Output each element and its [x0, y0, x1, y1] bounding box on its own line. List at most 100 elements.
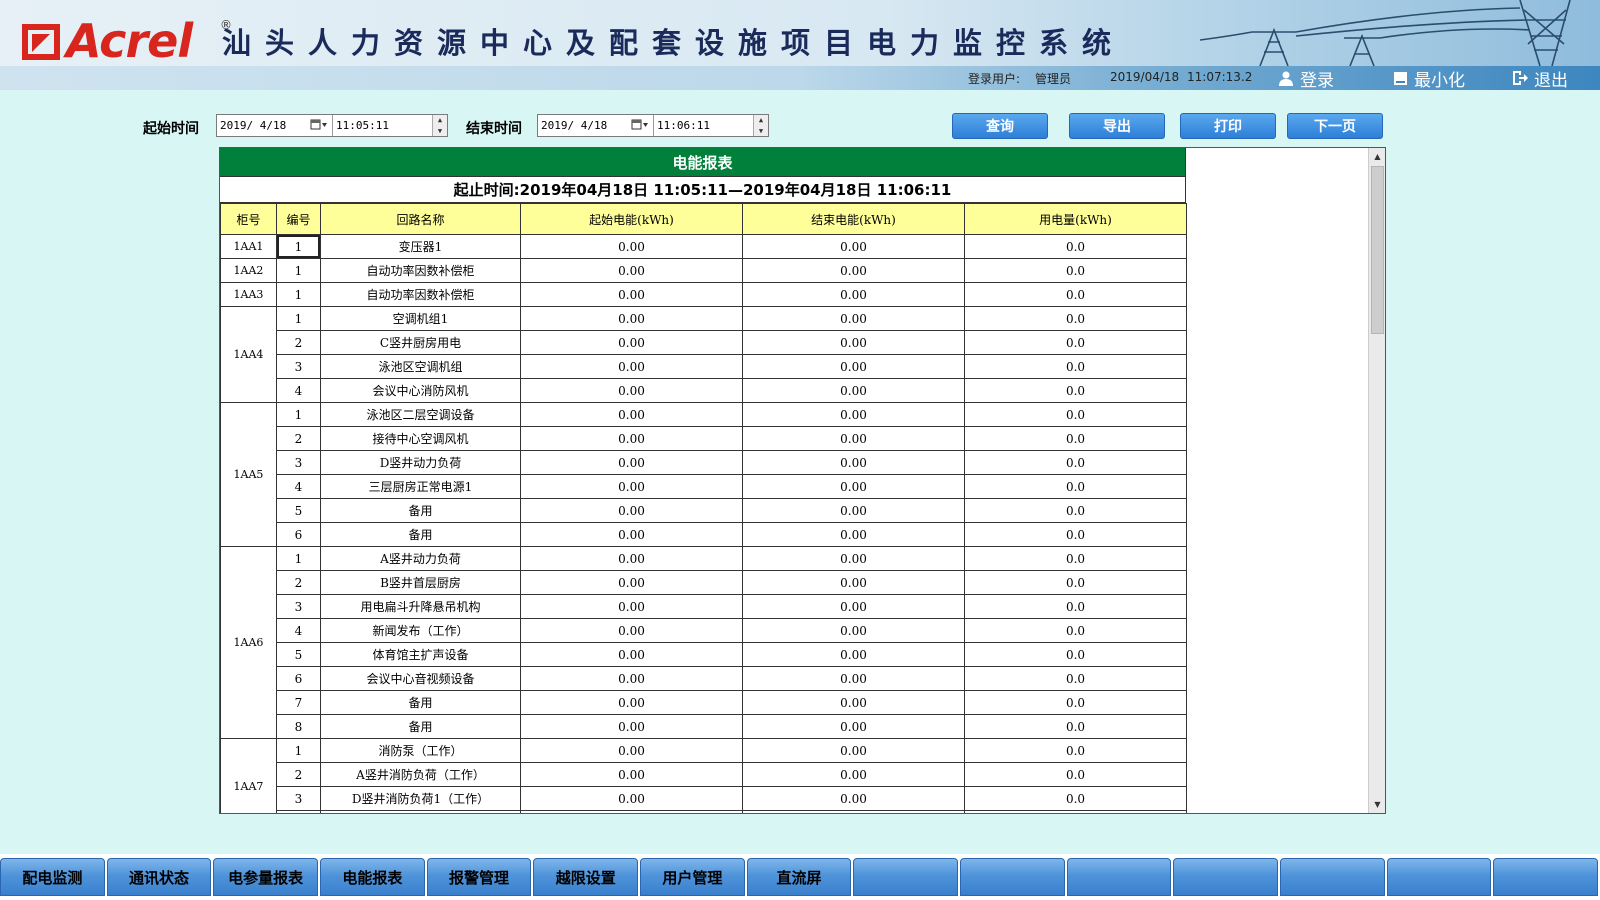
cell-circuit-name: A竖井消防负荷（工作） [320, 762, 521, 787]
acrel-logo: Acrel ® [20, 14, 232, 74]
cell-circuit-name: 会议中心消防风机 [320, 378, 521, 403]
start-datetime-picker[interactable]: 2019/ 4/18 11:05:11 ▲ ▼ [216, 114, 448, 137]
calendar-dropdown-icon[interactable] [310, 119, 328, 131]
cell-start-energy: 0.00 [520, 570, 743, 595]
table-row[interactable]: 2 C竖井厨房用电 0.00 0.00 0.0 [221, 330, 1187, 355]
cell-start-energy: 0.00 [520, 738, 743, 763]
table-row[interactable]: 2 接待中心空调风机 0.00 0.00 0.0 [221, 426, 1187, 451]
cell-circuit-name: 空调机组1 [320, 306, 521, 331]
nav-tab-empty[interactable] [1280, 858, 1385, 896]
cell-end-energy: 0.00 [742, 498, 965, 523]
table-row[interactable]: 1AA6 1 A竖井动力负荷 0.00 0.00 0.0 [220, 546, 1187, 739]
nav-tab-empty[interactable] [1173, 858, 1279, 896]
spin-updown-icon[interactable]: ▲ ▼ [753, 115, 768, 136]
cell-cabinet: 1AA6 [220, 546, 277, 739]
current-user: 管理员 [1035, 72, 1072, 86]
nav-tab-0[interactable]: 配电监测 [0, 858, 105, 896]
nav-tab-empty[interactable] [1386, 858, 1492, 896]
cell-number: 2 [276, 762, 321, 787]
cell-end-energy: 0.00 [742, 354, 965, 379]
table-row[interactable]: 5 体育馆主扩声设备 0.00 0.00 0.0 [221, 642, 1187, 667]
export-button[interactable]: 导出 [1069, 113, 1165, 139]
table-row[interactable]: 7 备用 0.00 0.00 0.0 [221, 690, 1187, 715]
scroll-down-icon[interactable]: ▼ [1369, 796, 1385, 813]
report-vertical-scrollbar[interactable]: ▲ ▼ [1368, 148, 1385, 813]
table-row[interactable]: 4 三层厨房正常电源1 0.00 0.00 0.0 [221, 474, 1187, 499]
nav-tab-2[interactable]: 电参量报表 [213, 858, 319, 896]
table-row[interactable]: 1AA4 1 空调机组1 0.00 0.00 0.0 [220, 306, 1187, 403]
cell-number: 4 [276, 618, 321, 643]
exit-icon [1513, 71, 1528, 85]
cell-end-energy: 0.00 [742, 618, 965, 643]
nav-tab-empty[interactable] [960, 858, 1065, 896]
cell-end-energy: 0.00 [742, 450, 965, 475]
end-time-value: 11:06:11 [657, 119, 710, 132]
login-button[interactable]: 登录 [1278, 66, 1334, 90]
cell-start-energy: 0.00 [520, 426, 743, 451]
exit-button[interactable]: 退出 [1512, 66, 1568, 90]
col-header-end-energy: 结束电能(kWh) [742, 203, 965, 235]
start-date-value: 2019/ 4/18 [220, 119, 287, 132]
nav-tab-3[interactable]: 电能报表 [320, 858, 425, 896]
table-row[interactable]: 1AA5 1 泳池区二层空调设备 0.00 0.00 0.0 [220, 402, 1187, 547]
start-time-field[interactable]: 11:05:11 ▲ ▼ [333, 115, 447, 136]
table-row[interactable]: 8 备用 0.00 0.00 0.0 [221, 714, 1187, 739]
nav-tab-6[interactable]: 用户管理 [640, 858, 745, 896]
cell-end-energy: 0.00 [742, 522, 965, 547]
scrollbar-thumb[interactable] [1371, 166, 1384, 334]
cell-usage: 0.0 [964, 498, 1187, 523]
cell-number: 3 [276, 786, 321, 811]
cell-usage: 0.0 [964, 378, 1187, 403]
cell-start-energy: 0.00 [520, 234, 743, 259]
cell-number: 4 [276, 474, 321, 499]
cell-number: 1 [276, 258, 321, 283]
table-row[interactable]: 1AA1 1 变压器1 0.00 0.00 0.0 [220, 234, 1187, 259]
table-row[interactable]: 6 备用 0.00 0.00 0.0 [221, 522, 1187, 547]
table-row[interactable]: 2 B竖井首层厨房 0.00 0.00 0.0 [221, 570, 1187, 595]
nav-tab-empty[interactable] [1493, 858, 1599, 896]
cell-end-energy: 0.00 [742, 594, 965, 619]
nav-tab-empty[interactable] [853, 858, 959, 896]
cell-number: 1 [276, 546, 321, 571]
cell-end-energy: 0.00 [742, 306, 965, 331]
table-row[interactable]: 3 泳池区空调机组 0.00 0.00 0.0 [221, 354, 1187, 379]
start-date-field[interactable]: 2019/ 4/18 [217, 115, 333, 136]
cell-cabinet: 1AA3 [220, 282, 277, 307]
print-button[interactable]: 打印 [1180, 113, 1276, 139]
cell-usage: 0.0 [964, 426, 1187, 451]
cell-circuit-name: A竖井动力负荷 [320, 546, 521, 571]
table-row[interactable]: 3 D竖井动力负荷 0.00 0.00 0.0 [221, 450, 1187, 475]
nav-tab-5[interactable]: 越限设置 [533, 858, 639, 896]
scroll-up-icon[interactable]: ▲ [1369, 148, 1385, 165]
energy-report-panel[interactable]: 电能报表 起止时间:2019年04月18日 11:05:11—2019年04月1… [219, 147, 1386, 814]
cell-circuit-name: 消防泵（工作） [320, 738, 521, 763]
table-row[interactable]: 4 会议中心消防风机 0.00 0.00 0.0 [221, 378, 1187, 403]
energy-report-table: 柜号 编号 回路名称 起始电能(kWh) 结束电能(kWh) 用电量(kWh) … [220, 203, 1187, 813]
end-date-field[interactable]: 2019/ 4/18 [538, 115, 654, 136]
table-row[interactable]: 3 D竖井消防负荷1（工作） 0.00 0.00 0.0 [221, 786, 1187, 811]
cell-cabinet: 1AA5 [220, 402, 277, 547]
query-button[interactable]: 查询 [952, 113, 1048, 139]
table-row[interactable]: 6 会议中心音视频设备 0.00 0.00 0.0 [221, 666, 1187, 691]
calendar-dropdown-icon[interactable] [631, 119, 649, 131]
end-time-field[interactable]: 11:06:11 ▲ ▼ [654, 115, 768, 136]
cell-circuit-name: 泳池区空调机组 [320, 354, 521, 379]
table-row[interactable]: 5 备用 0.00 0.00 0.0 [221, 498, 1187, 523]
nav-tab-4[interactable]: 报警管理 [426, 858, 532, 896]
table-row[interactable]: 2 A竖井消防负荷（工作） 0.00 0.00 0.0 [221, 762, 1187, 787]
cell-start-energy: 0.00 [520, 594, 743, 619]
table-row[interactable]: 4 新闻发布（工作） 0.00 0.00 0.0 [221, 618, 1187, 643]
minimize-button[interactable]: 最小化 [1393, 66, 1465, 90]
table-row[interactable]: 4 [221, 810, 1187, 813]
nav-tab-1[interactable]: 通讯状态 [106, 858, 212, 896]
nav-tab-7[interactable]: 直流屏 [746, 858, 852, 896]
app-header: Acrel ® 汕头人力资源中心及配套设施项目电力监控系统 登录用户: 管理员 … [0, 0, 1600, 90]
table-row[interactable]: 1AA7 1 消防泵（工作） 0.00 0.00 0.0 [220, 738, 1187, 813]
next-page-button[interactable]: 下一页 [1287, 113, 1383, 139]
spin-updown-icon[interactable]: ▲ ▼ [432, 115, 447, 136]
table-row[interactable]: 1AA3 1 自动功率因数补偿柜 0.00 0.00 0.0 [220, 282, 1187, 307]
end-datetime-picker[interactable]: 2019/ 4/18 11:06:11 ▲ ▼ [537, 114, 769, 137]
nav-tab-empty[interactable] [1066, 858, 1172, 896]
table-row[interactable]: 3 用电扁斗升降悬吊机构 0.00 0.00 0.0 [221, 594, 1187, 619]
table-row[interactable]: 1AA2 1 自动功率因数补偿柜 0.00 0.00 0.0 [220, 258, 1187, 283]
